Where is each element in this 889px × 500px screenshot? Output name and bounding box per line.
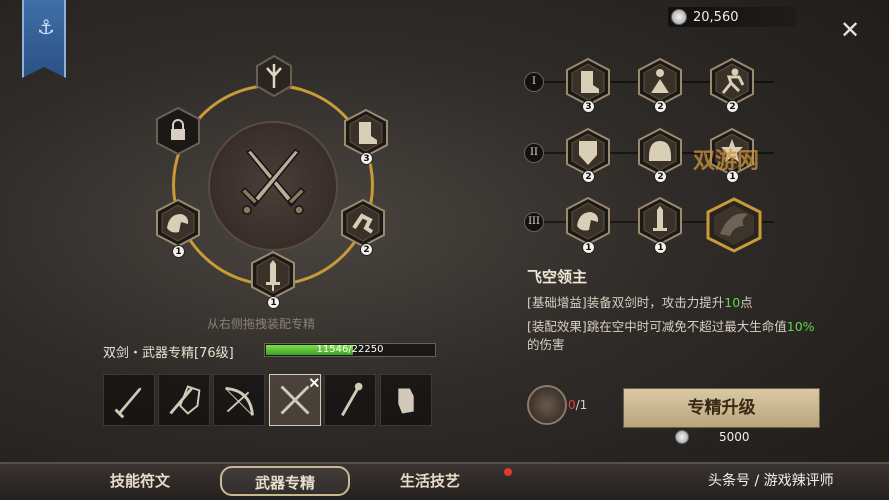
upgrade-button[interactable]: 专精升级 (623, 388, 820, 428)
weapon-bow[interactable] (213, 374, 265, 426)
spec-count-badge: 2 (726, 100, 739, 113)
weapon-mastery-title: 双剑・武器专精[76级] (103, 346, 234, 361)
locked-slot[interactable] (155, 106, 201, 156)
spec-count-badge: 2 (582, 170, 595, 183)
weapon-dagger[interactable] (103, 374, 155, 426)
tab-life-skills[interactable]: 生活技艺 (365, 466, 495, 496)
ring-slot-arm[interactable]: 1 (155, 198, 201, 258)
notification-dot (504, 468, 512, 476)
ring-slot-blade[interactable]: 1 (250, 250, 296, 309)
xp-text: 11546/22250 (316, 344, 384, 355)
spec-shield[interactable]: 2 (565, 127, 611, 183)
slot-count-badge: 2 (360, 243, 373, 256)
site-watermark: 双游网 (693, 149, 760, 174)
spec-count-badge: 2 (654, 170, 667, 183)
spec-sprint[interactable]: 2 (709, 57, 755, 113)
spec-meditate[interactable]: 2 (637, 57, 683, 113)
slot-count-badge: 1 (172, 245, 185, 258)
tier-2-marker: II (524, 143, 544, 163)
tier-3-marker: III (524, 212, 544, 232)
weapon-gauntlet[interactable] (380, 374, 432, 426)
material-count: 0/1 (568, 398, 588, 412)
slot-count-badge: 3 (360, 152, 373, 165)
weapon-staff[interactable] (324, 374, 376, 426)
ring-slot-leap[interactable]: 2 (340, 198, 386, 256)
slot-count-badge: 1 (267, 296, 280, 309)
ring-slot-boot[interactable]: 3 (343, 108, 389, 165)
upgrade-material-icon (527, 385, 567, 425)
spec-count-badge: 1 (582, 241, 595, 254)
close-button[interactable]: ✕ (838, 18, 862, 42)
toutiao-watermark: 头条号 / 游戏辣评师 (708, 473, 834, 489)
tier-1-marker: I (524, 72, 544, 92)
spec-helmet[interactable]: 2 (637, 127, 683, 183)
skill-equip-effect: [装配效果]跳在空中时可减免不超过最大生命值10%的伤害 (527, 319, 815, 352)
spec-count-badge: 3 (582, 100, 595, 113)
spec-boot-dash[interactable]: 3 (565, 57, 611, 113)
drag-hint: 从右侧拖拽装配专精 (207, 317, 316, 331)
ship-emblem-icon: ⚓ (37, 15, 55, 39)
silver-coin-icon (675, 430, 689, 444)
tab-weapon-mastery[interactable]: 武器专精 (220, 466, 350, 496)
xp-progress-bar: 11546/22250 (264, 343, 436, 357)
weapon-sword-shield[interactable] (158, 374, 210, 426)
weapon-dual-swords[interactable] (269, 374, 321, 426)
currency-amount: 20,560 (693, 9, 739, 25)
spec-count-badge: 1 (654, 241, 667, 254)
tab-skill-runes[interactable]: 技能符文 (75, 466, 205, 496)
dual-swords-icon (240, 149, 306, 215)
skill-base-bonus: [基础增益]装备双剑时，攻击力提升10点 (527, 295, 753, 310)
silver-coin-icon (671, 9, 687, 25)
spec-flying-lord-selected[interactable] (700, 196, 768, 254)
upgrade-cost-value: 5000 (719, 430, 750, 444)
skill-name: 飞空领主 (527, 268, 588, 286)
trident-emblem-icon (256, 54, 292, 98)
spec-count-badge: 2 (654, 100, 667, 113)
spec-blade[interactable]: 1 (637, 196, 683, 254)
upgrade-cost: 5000 (672, 430, 802, 444)
spec-arm[interactable]: 1 (565, 196, 611, 254)
guild-banner[interactable]: ⚓ (22, 0, 66, 78)
currency-display: 20,560 (668, 7, 796, 27)
